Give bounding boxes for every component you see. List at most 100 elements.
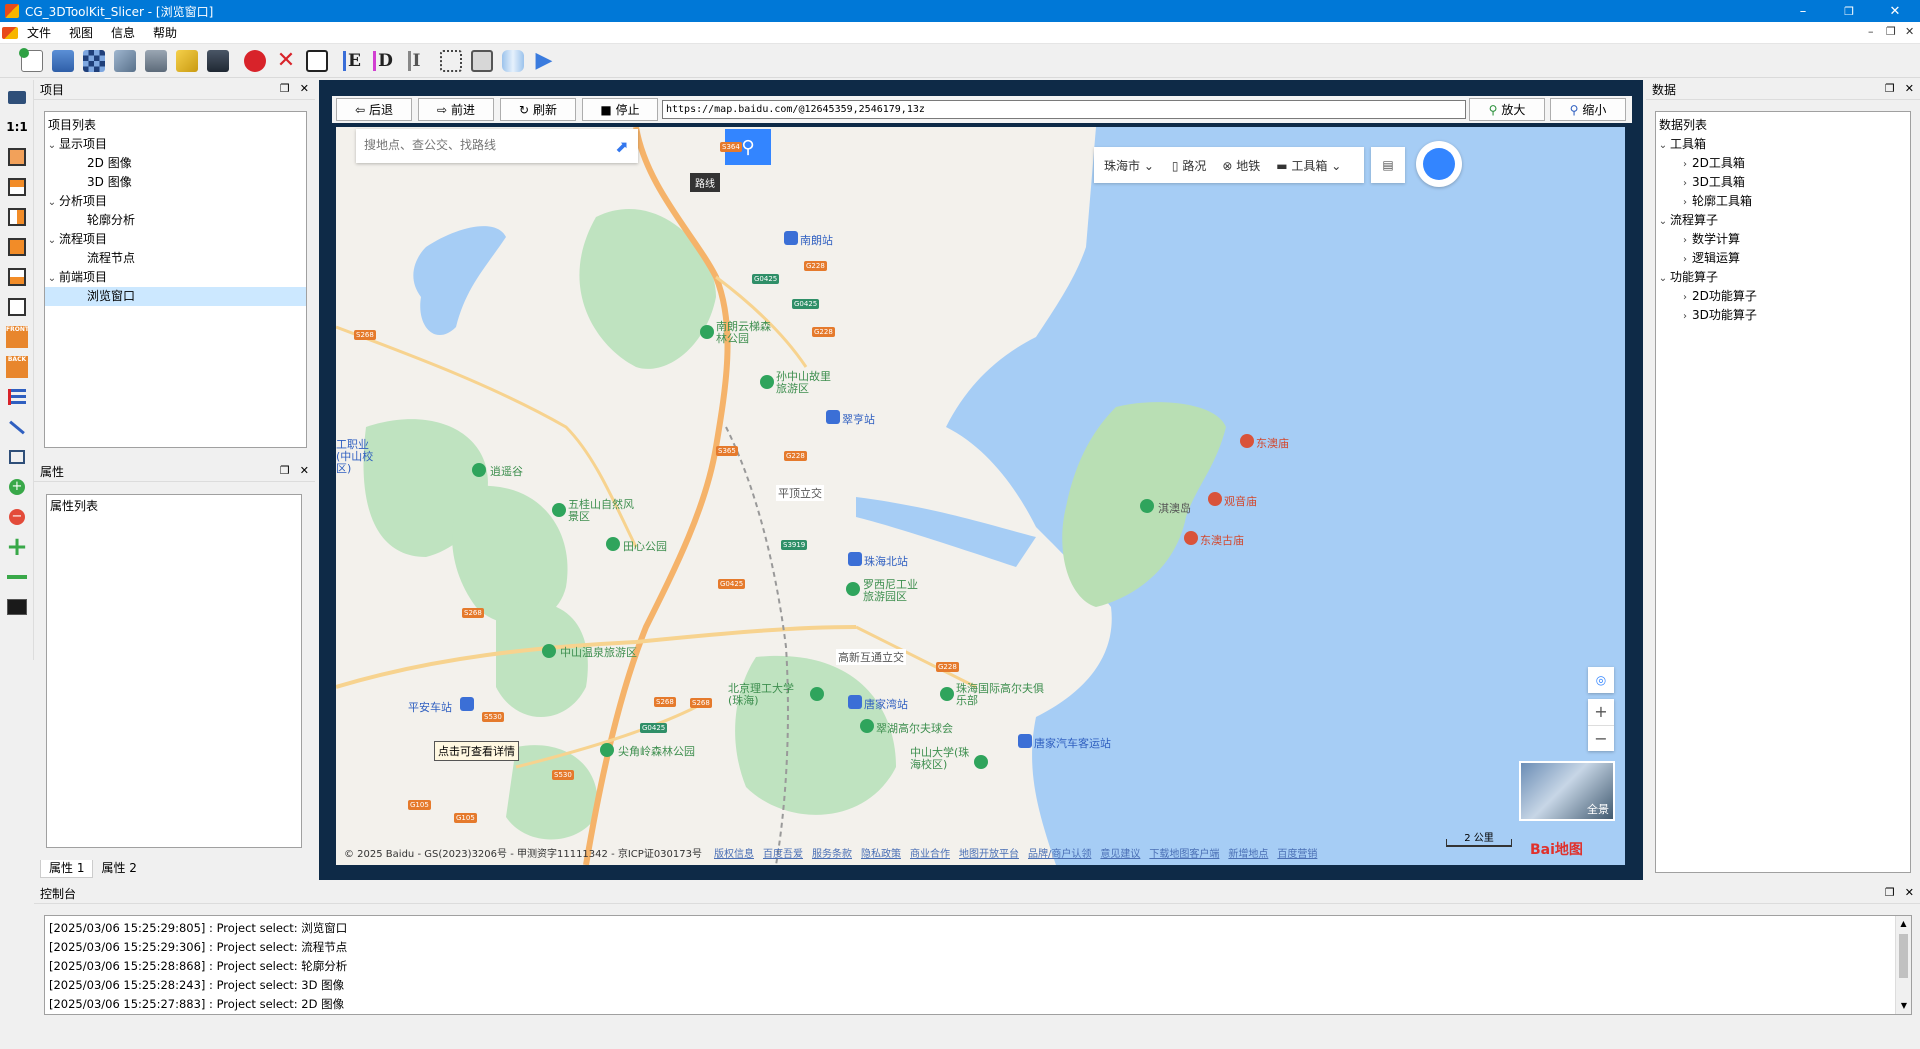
poi-label[interactable]: 平安车站 — [408, 699, 452, 715]
poi-label[interactable]: 田心公园 — [623, 538, 667, 554]
cylinder-button[interactable] — [499, 47, 527, 75]
poi-label[interactable]: 五桂山自然风景区 — [568, 499, 634, 523]
footer-link[interactable]: 商业合作 — [910, 845, 950, 860]
toolbox-button[interactable]: ▬ 工具箱 ⌄ — [1268, 157, 1349, 174]
poi-label[interactable]: 翠亨站 — [842, 411, 875, 427]
poi-label[interactable]: 翠湖高尔夫球会 — [876, 720, 953, 736]
edit-d-button[interactable]: D — [369, 47, 397, 75]
view-cube-4-button[interactable] — [4, 234, 30, 260]
menu-file[interactable]: 文件 — [18, 24, 60, 41]
checker-button[interactable] — [80, 47, 108, 75]
back-view-button[interactable]: BACK — [4, 354, 30, 380]
close-icon[interactable]: ✕ — [300, 82, 309, 95]
footer-link[interactable]: 百度营销 — [1277, 845, 1317, 860]
camera-button[interactable] — [4, 84, 30, 110]
poi-label[interactable]: 南朗云梯森林公园 — [716, 321, 772, 345]
tree-group[interactable]: ⌄ 工具箱 — [1656, 135, 1910, 154]
zoom-out-button[interactable]: − — [4, 504, 30, 530]
view-cube-1-button[interactable] — [4, 144, 30, 170]
menu-view[interactable]: 视图 — [60, 24, 102, 41]
tree-item[interactable]: › 轮廓工具箱 — [1656, 192, 1910, 211]
tree-item[interactable]: › 3D功能算子 — [1656, 306, 1910, 325]
road-conditions-button[interactable]: ▯ 路况 — [1164, 157, 1214, 174]
tree-group[interactable]: ⌄ 流程项目 — [45, 230, 306, 249]
panorama-thumbnail[interactable]: 全景 — [1519, 761, 1615, 821]
tree-item[interactable]: › 2D功能算子 — [1656, 287, 1910, 306]
menu-info[interactable]: 信息 — [102, 24, 144, 41]
minimize-button[interactable]: – — [1780, 0, 1826, 22]
mdi-restore-button[interactable]: ❐ — [1886, 25, 1896, 38]
footer-link[interactable]: 意见建议 — [1100, 845, 1140, 860]
poi-label[interactable]: 珠海国际高尔夫俱乐部 — [956, 683, 1046, 707]
tree-group[interactable]: ⌄ 前端项目 — [45, 268, 306, 287]
map-view[interactable]: ⬈ ⚲ 路线 珠海市 ⌄ ▯ 路况 ⊗ 地铁 ▬ 工具箱 ⌄ ▤ S364 G2… — [336, 127, 1625, 865]
maximize-button[interactable]: ❐ — [1826, 0, 1872, 22]
view-cube-3-button[interactable] — [4, 204, 30, 230]
poi-label[interactable]: 唐家湾站 — [864, 696, 908, 712]
poi-label[interactable]: 孙中山故里旅游区 — [776, 371, 832, 395]
footer-link[interactable]: 下载地图客户端 — [1149, 845, 1219, 860]
stop-button[interactable]: ■ 停止 — [582, 98, 658, 121]
poi-label[interactable]: 罗西尼工业旅游园区 — [863, 579, 925, 603]
select-region-button[interactable] — [437, 47, 465, 75]
footer-link[interactable]: 隐私政策 — [861, 845, 901, 860]
scroll-up-icon[interactable]: ▲ — [1896, 916, 1911, 932]
tab-properties-1[interactable]: 属性 1 — [40, 860, 94, 878]
tree-item[interactable]: 3D 图像 — [45, 173, 306, 192]
console-scrollbar[interactable]: ▲ ▼ — [1895, 916, 1911, 1014]
tree-item[interactable]: 轮廓分析 — [45, 211, 306, 230]
save-button[interactable] — [204, 47, 232, 75]
delete-button[interactable]: ✕ — [272, 47, 300, 75]
tree-item[interactable]: 2D 图像 — [45, 154, 306, 173]
footer-link[interactable]: 品牌/商户认领 — [1028, 845, 1091, 860]
edit-i-button[interactable]: I — [400, 47, 428, 75]
front-view-button[interactable]: FRONT — [4, 324, 30, 350]
url-input[interactable]: https://map.baidu.com/@12645359,2546179,… — [662, 100, 1466, 119]
save-disk-button[interactable] — [142, 47, 170, 75]
float-icon[interactable]: ❐ — [1885, 886, 1895, 899]
cube-button[interactable] — [468, 47, 496, 75]
back-button[interactable]: ⇦ 后退 — [336, 98, 412, 121]
footer-link[interactable]: 版权信息 — [714, 845, 754, 860]
float-icon[interactable]: ❐ — [1885, 82, 1895, 95]
close-icon[interactable]: ✕ — [1905, 886, 1914, 899]
float-icon[interactable]: ❐ — [280, 464, 290, 477]
poi-label[interactable]: 尖角岭森林公园 — [618, 743, 695, 759]
poi-label[interactable]: 南朗站 — [800, 232, 833, 248]
tree-group[interactable]: ⌄ 功能算子 — [1656, 268, 1910, 287]
view-cube-2-button[interactable] — [4, 174, 30, 200]
footer-link[interactable]: 百度吾爱 — [763, 845, 803, 860]
power-button[interactable] — [241, 47, 269, 75]
list-button[interactable] — [4, 384, 30, 410]
tree-group[interactable]: ⌄ 分析项目 — [45, 192, 306, 211]
tree-item[interactable]: › 逻辑运算 — [1656, 249, 1910, 268]
run-button[interactable]: ▶ — [530, 47, 558, 75]
poi-label[interactable]: 北京理工大学(珠海) — [728, 683, 808, 707]
mdi-close-button[interactable]: ✕ — [1905, 25, 1914, 38]
view-cube-5-button[interactable] — [4, 264, 30, 290]
poi-label[interactable]: 珠海北站 — [864, 553, 908, 569]
user-avatar-button[interactable] — [1416, 141, 1462, 187]
poi-label[interactable]: 中山温泉旅游区 — [560, 644, 637, 660]
close-icon[interactable]: ✕ — [300, 464, 309, 477]
crop-button[interactable] — [4, 444, 30, 470]
footer-link[interactable]: 地图开放平台 — [959, 845, 1019, 860]
map-zoom-out-button[interactable]: − — [1588, 725, 1614, 751]
tree-item-selected[interactable]: 浏览窗口 — [45, 287, 306, 306]
remove-button[interactable] — [4, 564, 30, 590]
poi-label[interactable]: 东澳庙 — [1256, 435, 1289, 451]
menu-help[interactable]: 帮助 — [144, 24, 186, 41]
add-button[interactable]: + — [4, 534, 30, 560]
zoom-out-button[interactable]: ⚲ 缩小 — [1550, 98, 1626, 121]
import-button[interactable] — [49, 47, 77, 75]
console-log[interactable]: [2025/03/06 15:25:29:805] : Project sele… — [44, 915, 1912, 1015]
tree-group[interactable]: ⌄ 流程算子 — [1656, 211, 1910, 230]
terminal-button[interactable] — [4, 594, 30, 620]
close-icon[interactable]: ✕ — [1905, 82, 1914, 95]
poi-label[interactable]: 东澳古庙 — [1200, 532, 1244, 548]
poi-label[interactable]: 逍遥谷 — [490, 463, 523, 479]
map-search-input[interactable] — [356, 129, 596, 161]
locate-button[interactable]: ◎ — [1588, 667, 1614, 693]
edit-e-button[interactable]: E — [338, 47, 366, 75]
footer-link[interactable]: 服务条款 — [812, 845, 852, 860]
